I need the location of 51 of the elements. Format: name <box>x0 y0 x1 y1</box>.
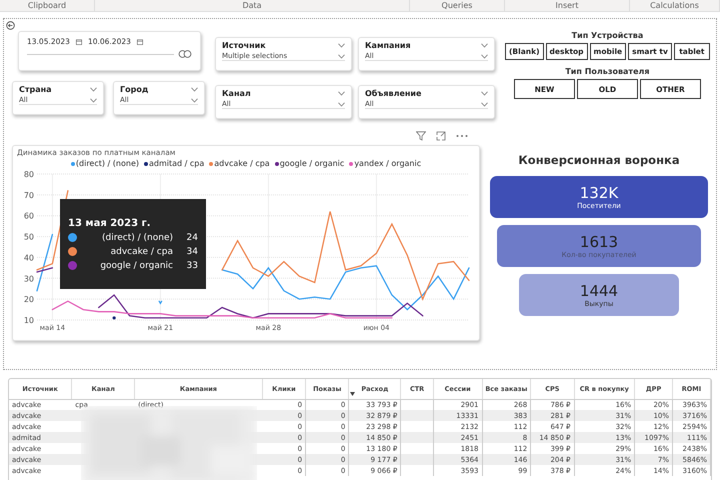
ribbon-group-label: Insert <box>505 0 630 11</box>
back-icon[interactable] <box>6 21 15 30</box>
legend-dot <box>209 162 214 166</box>
filter-group-title: Тип Устройства <box>572 31 644 40</box>
sort-descending-icon[interactable] <box>350 392 356 396</box>
filter-group-title: Тип Пользователя <box>565 67 650 76</box>
ribbon-group-label: Data <box>95 0 410 11</box>
y-tick-label: 50 <box>24 232 34 242</box>
legend-item[interactable]: google / organic <box>274 159 344 168</box>
legend-dot <box>144 162 148 166</box>
tooltip-value: 24 <box>186 232 198 242</box>
tooltip-series-name: google / organic <box>99 260 173 270</box>
funnel-value: 132K <box>580 184 618 202</box>
tooltip-series-name: advcake / cpa <box>110 246 173 256</box>
filter-label: Объявление <box>365 89 422 98</box>
legend-dot <box>70 162 75 166</box>
filter-label: Страна <box>19 85 52 94</box>
tooltip-value: 33 <box>186 260 198 270</box>
tooltip-title: 13 мая 2023 г. <box>68 218 152 228</box>
calendar-icon[interactable] <box>76 38 82 44</box>
filter-label: Канал <box>222 89 251 98</box>
y-tick-label: 40 <box>24 253 34 262</box>
funnel-value: 1444 <box>580 282 618 300</box>
funnel-title: Конверсионная воронка <box>518 153 680 167</box>
y-tick-label: 60 <box>24 212 34 221</box>
tooltip-series-name: (direct) / (none) <box>101 232 173 242</box>
y-tick-label: 70 <box>24 190 34 200</box>
filter-label: Город <box>120 85 148 94</box>
range-slider-handle[interactable] <box>178 50 192 58</box>
legend-item[interactable]: advcake / cpa <box>209 159 270 168</box>
y-tick-label: 30 <box>24 274 34 284</box>
funnel-value: 1613 <box>580 233 618 251</box>
legend-item[interactable]: yandex / organic <box>349 159 422 168</box>
filter-icon[interactable] <box>416 131 426 141</box>
expand-icon[interactable] <box>436 131 446 141</box>
filter-label: Кампания <box>365 41 411 50</box>
calendar-icon[interactable] <box>136 38 143 44</box>
more-options-icon[interactable] <box>456 134 468 138</box>
tooltip-value: 34 <box>186 246 198 256</box>
filter-label: Источник <box>222 41 266 50</box>
y-tick-label: 10 <box>24 316 34 325</box>
data-point <box>112 316 116 320</box>
y-tick-label: 20 <box>24 295 34 304</box>
ribbon-group-label: Clipboard <box>0 0 95 11</box>
legend-item[interactable]: (direct) / (none) <box>70 159 139 168</box>
ribbon-group-label: Queries <box>410 0 505 11</box>
legend-item[interactable]: admitad / cpa <box>144 159 204 168</box>
ribbon-group-label: Calculations <box>630 0 720 11</box>
y-tick-label: 80 <box>24 170 34 179</box>
legend-dot <box>274 162 279 166</box>
legend-dot <box>349 162 354 166</box>
